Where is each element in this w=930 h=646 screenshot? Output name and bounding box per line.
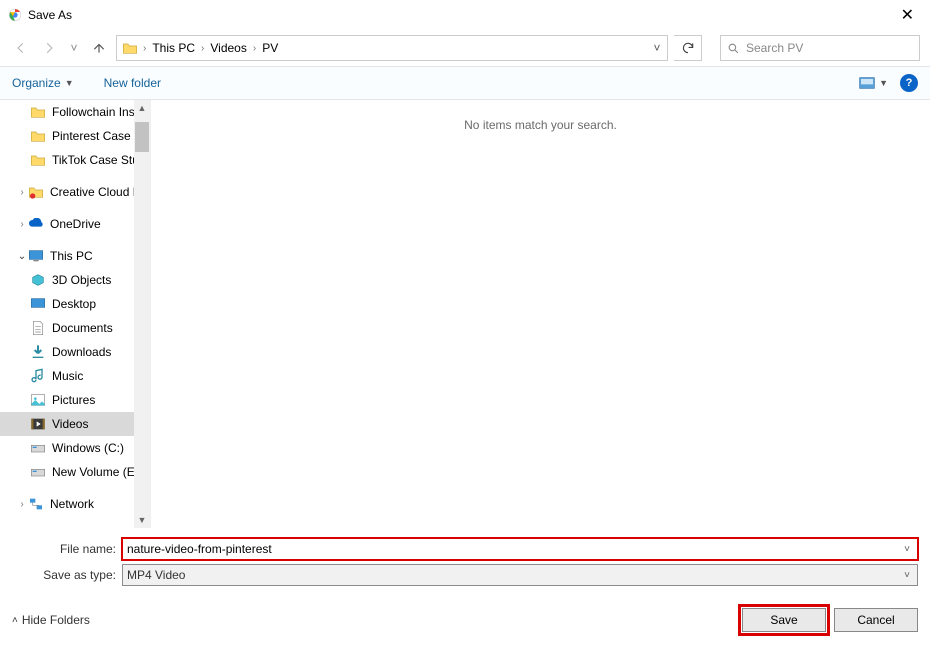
expand-caret[interactable]: › bbox=[16, 187, 28, 198]
view-mode-button[interactable]: ▼ bbox=[859, 77, 888, 89]
tree-scrollbar[interactable]: ▲ ▼ bbox=[134, 100, 150, 528]
tree-item-3d-objects[interactable]: 3D Objects bbox=[0, 268, 150, 292]
close-icon[interactable]: ✕ bbox=[893, 5, 922, 25]
bottom-bar: ˄ Hide Folders Save Cancel bbox=[0, 592, 930, 646]
window-title: Save As bbox=[28, 8, 72, 22]
crumb-pv[interactable]: PV bbox=[260, 41, 280, 55]
desktop-icon bbox=[30, 296, 46, 312]
tree-item-drive-c[interactable]: Windows (C:) bbox=[0, 436, 150, 460]
filename-input[interactable] bbox=[122, 538, 918, 560]
body-area: Followchain Inst Pinterest Case St TikTo… bbox=[0, 100, 930, 528]
tree-item-followchain[interactable]: Followchain Inst bbox=[0, 100, 150, 124]
file-list-area: No items match your search. bbox=[150, 100, 930, 528]
tree-item-network[interactable]: ›Network bbox=[0, 492, 150, 516]
help-button[interactable]: ? bbox=[900, 74, 918, 92]
tree-item-desktop[interactable]: Desktop bbox=[0, 292, 150, 316]
pictures-icon bbox=[30, 392, 46, 408]
tree-item-onedrive[interactable]: ›OneDrive bbox=[0, 212, 150, 236]
network-icon bbox=[28, 496, 44, 512]
expand-caret[interactable]: ⌄ bbox=[16, 251, 28, 262]
saveastype-dropdown[interactable]: ˅ bbox=[898, 566, 916, 584]
crumb-videos[interactable]: Videos bbox=[208, 41, 248, 55]
drive-icon bbox=[30, 440, 46, 456]
empty-message: No items match your search. bbox=[464, 118, 617, 528]
recent-dropdown[interactable]: ˅ bbox=[66, 41, 82, 55]
expand-caret[interactable]: › bbox=[16, 499, 28, 510]
breadcrumb-history-dropdown[interactable]: ˅ bbox=[647, 41, 667, 55]
music-icon bbox=[30, 368, 46, 384]
breadcrumb[interactable]: › This PC › Videos › PV ˅ bbox=[116, 35, 668, 61]
folder-icon bbox=[30, 152, 46, 168]
toolbar: Organize ▼ New folder ▼ ? bbox=[0, 66, 930, 100]
tree-item-downloads[interactable]: Downloads bbox=[0, 340, 150, 364]
up-button[interactable] bbox=[88, 37, 110, 59]
crumb-this-pc[interactable]: This PC bbox=[150, 41, 197, 55]
saveastype-label: Save as type: bbox=[12, 568, 122, 582]
tree-item-pictures[interactable]: Pictures bbox=[0, 388, 150, 412]
chevron-up-icon: ˄ bbox=[12, 615, 18, 626]
filename-label: File name: bbox=[12, 542, 122, 556]
search-icon bbox=[727, 42, 740, 55]
save-fields: File name: ˅ Save as type: MP4 Video ˅ bbox=[0, 528, 930, 592]
chevron-down-icon: ▼ bbox=[65, 78, 74, 88]
drive-icon bbox=[30, 464, 46, 480]
videos-icon bbox=[30, 416, 46, 432]
refresh-button[interactable] bbox=[674, 35, 702, 61]
tree-item-videos[interactable]: Videos bbox=[0, 412, 150, 436]
filename-dropdown[interactable]: ˅ bbox=[898, 540, 916, 558]
documents-icon bbox=[30, 320, 46, 336]
tree-item-this-pc[interactable]: ⌄This PC bbox=[0, 244, 150, 268]
nav-row: ˅ › This PC › Videos › PV ˅ Search PV bbox=[0, 30, 930, 66]
chevron-down-icon: ▼ bbox=[879, 78, 888, 88]
expand-caret[interactable]: › bbox=[16, 219, 28, 230]
onedrive-icon bbox=[28, 216, 44, 232]
this-pc-icon bbox=[28, 248, 44, 264]
navigation-tree[interactable]: Followchain Inst Pinterest Case St TikTo… bbox=[0, 100, 150, 528]
tree-item-tiktok[interactable]: TikTok Case Stuc bbox=[0, 148, 150, 172]
3d-objects-icon bbox=[30, 272, 46, 288]
titlebar: Save As ✕ bbox=[0, 0, 930, 30]
scroll-up-icon[interactable]: ▲ bbox=[134, 100, 150, 116]
folder-icon bbox=[30, 104, 46, 120]
folder-icon bbox=[121, 39, 139, 57]
tree-item-drive-e[interactable]: New Volume (E:) bbox=[0, 460, 150, 484]
scrollbar-thumb[interactable] bbox=[135, 122, 149, 152]
scroll-down-icon[interactable]: ▼ bbox=[134, 512, 150, 528]
folder-icon bbox=[30, 128, 46, 144]
hide-folders-button[interactable]: ˄ Hide Folders bbox=[12, 613, 90, 627]
thumbnail-icon bbox=[859, 77, 875, 89]
chevron-right-icon[interactable]: › bbox=[249, 43, 260, 54]
chevron-right-icon[interactable]: › bbox=[139, 43, 150, 54]
search-input[interactable]: Search PV bbox=[720, 35, 920, 61]
downloads-icon bbox=[30, 344, 46, 360]
tree-item-pinterest[interactable]: Pinterest Case St bbox=[0, 124, 150, 148]
forward-button[interactable] bbox=[38, 37, 60, 59]
save-button[interactable]: Save bbox=[742, 608, 826, 632]
chrome-icon bbox=[8, 8, 22, 22]
new-folder-button[interactable]: New folder bbox=[104, 76, 161, 90]
organize-menu[interactable]: Organize ▼ bbox=[12, 76, 74, 90]
chevron-right-icon[interactable]: › bbox=[197, 43, 208, 54]
creative-cloud-icon bbox=[28, 184, 44, 200]
tree-item-documents[interactable]: Documents bbox=[0, 316, 150, 340]
cancel-button[interactable]: Cancel bbox=[834, 608, 918, 632]
tree-item-music[interactable]: Music bbox=[0, 364, 150, 388]
tree-item-creative-cloud[interactable]: ›Creative Cloud Fil bbox=[0, 180, 150, 204]
saveastype-combo[interactable]: MP4 Video bbox=[122, 564, 918, 586]
back-button[interactable] bbox=[10, 37, 32, 59]
search-placeholder: Search PV bbox=[746, 41, 803, 55]
